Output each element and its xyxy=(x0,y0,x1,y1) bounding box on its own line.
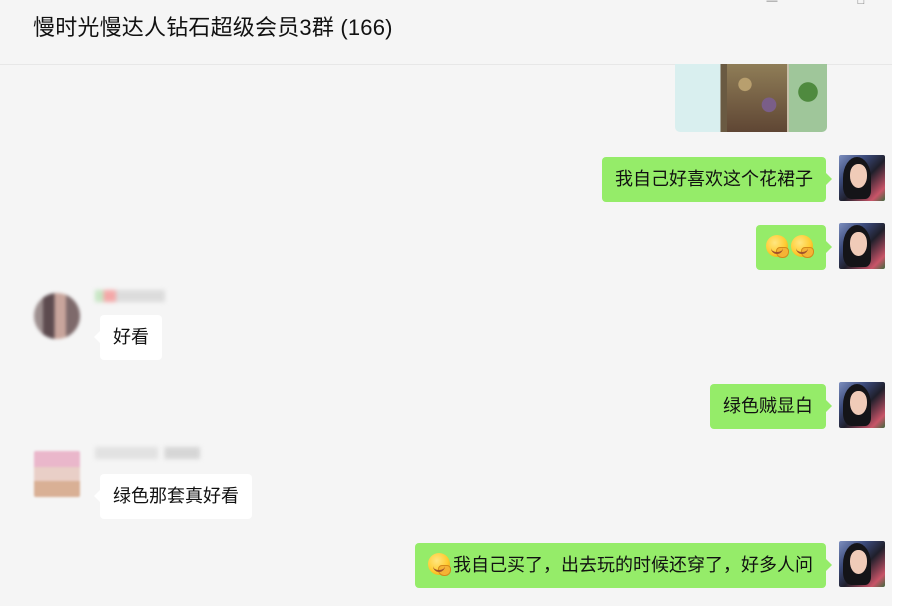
chat-title: 慢时光慢达人钻石超级会员3群 (166) xyxy=(33,15,393,40)
maximize-icon[interactable]: □ xyxy=(855,0,867,7)
avatar-face xyxy=(850,232,867,256)
chat-header: 慢时光慢达人钻石超级会员3群 (166) ― □ xyxy=(0,0,892,65)
avatar-face xyxy=(850,164,867,188)
scrollbar[interactable] xyxy=(892,0,897,606)
hugging-face-icon xyxy=(766,235,789,258)
message-bubble-mine[interactable]: 绿色贼显白 xyxy=(710,384,832,429)
minimize-icon[interactable]: ― xyxy=(766,0,778,7)
my-avatar[interactable] xyxy=(839,155,885,201)
message-bubble-other[interactable]: 好看 xyxy=(94,315,162,360)
image-message[interactable] xyxy=(675,64,827,132)
photo-content xyxy=(727,64,787,132)
message-bubble-mine[interactable] xyxy=(756,225,832,270)
message-text: 绿色那套真好看 xyxy=(113,486,239,506)
photo-plant xyxy=(795,72,821,112)
member-avatar[interactable] xyxy=(34,451,80,497)
my-avatar[interactable] xyxy=(839,382,885,428)
member-avatar[interactable] xyxy=(34,293,80,339)
member-nickname xyxy=(95,447,200,459)
avatar-face xyxy=(850,391,867,415)
message-text: 绿色贼显白 xyxy=(723,396,813,416)
message-text: 我自己买了，出去玩的时候还穿了，好多人问 xyxy=(453,555,813,575)
message-bubble-mine[interactable]: 我自己好喜欢这个花裙子 xyxy=(602,157,832,202)
message-bubble-mine[interactable]: 我自己买了，出去玩的时候还穿了，好多人问 xyxy=(415,543,832,588)
message-text: 好看 xyxy=(113,327,149,347)
chat-window: 慢时光慢达人钻石超级会员3群 (166) ― □ 我自己好喜欢这个花裙子 好看 … xyxy=(0,0,892,606)
avatar-face xyxy=(850,550,867,574)
message-bubble-other[interactable]: 绿色那套真好看 xyxy=(94,474,252,519)
hugging-face-icon xyxy=(428,553,451,576)
message-text: 我自己好喜欢这个花裙子 xyxy=(615,169,813,189)
my-avatar[interactable] xyxy=(839,541,885,587)
member-nickname xyxy=(95,290,165,302)
hugging-face-icon xyxy=(791,235,814,258)
my-avatar[interactable] xyxy=(839,223,885,269)
